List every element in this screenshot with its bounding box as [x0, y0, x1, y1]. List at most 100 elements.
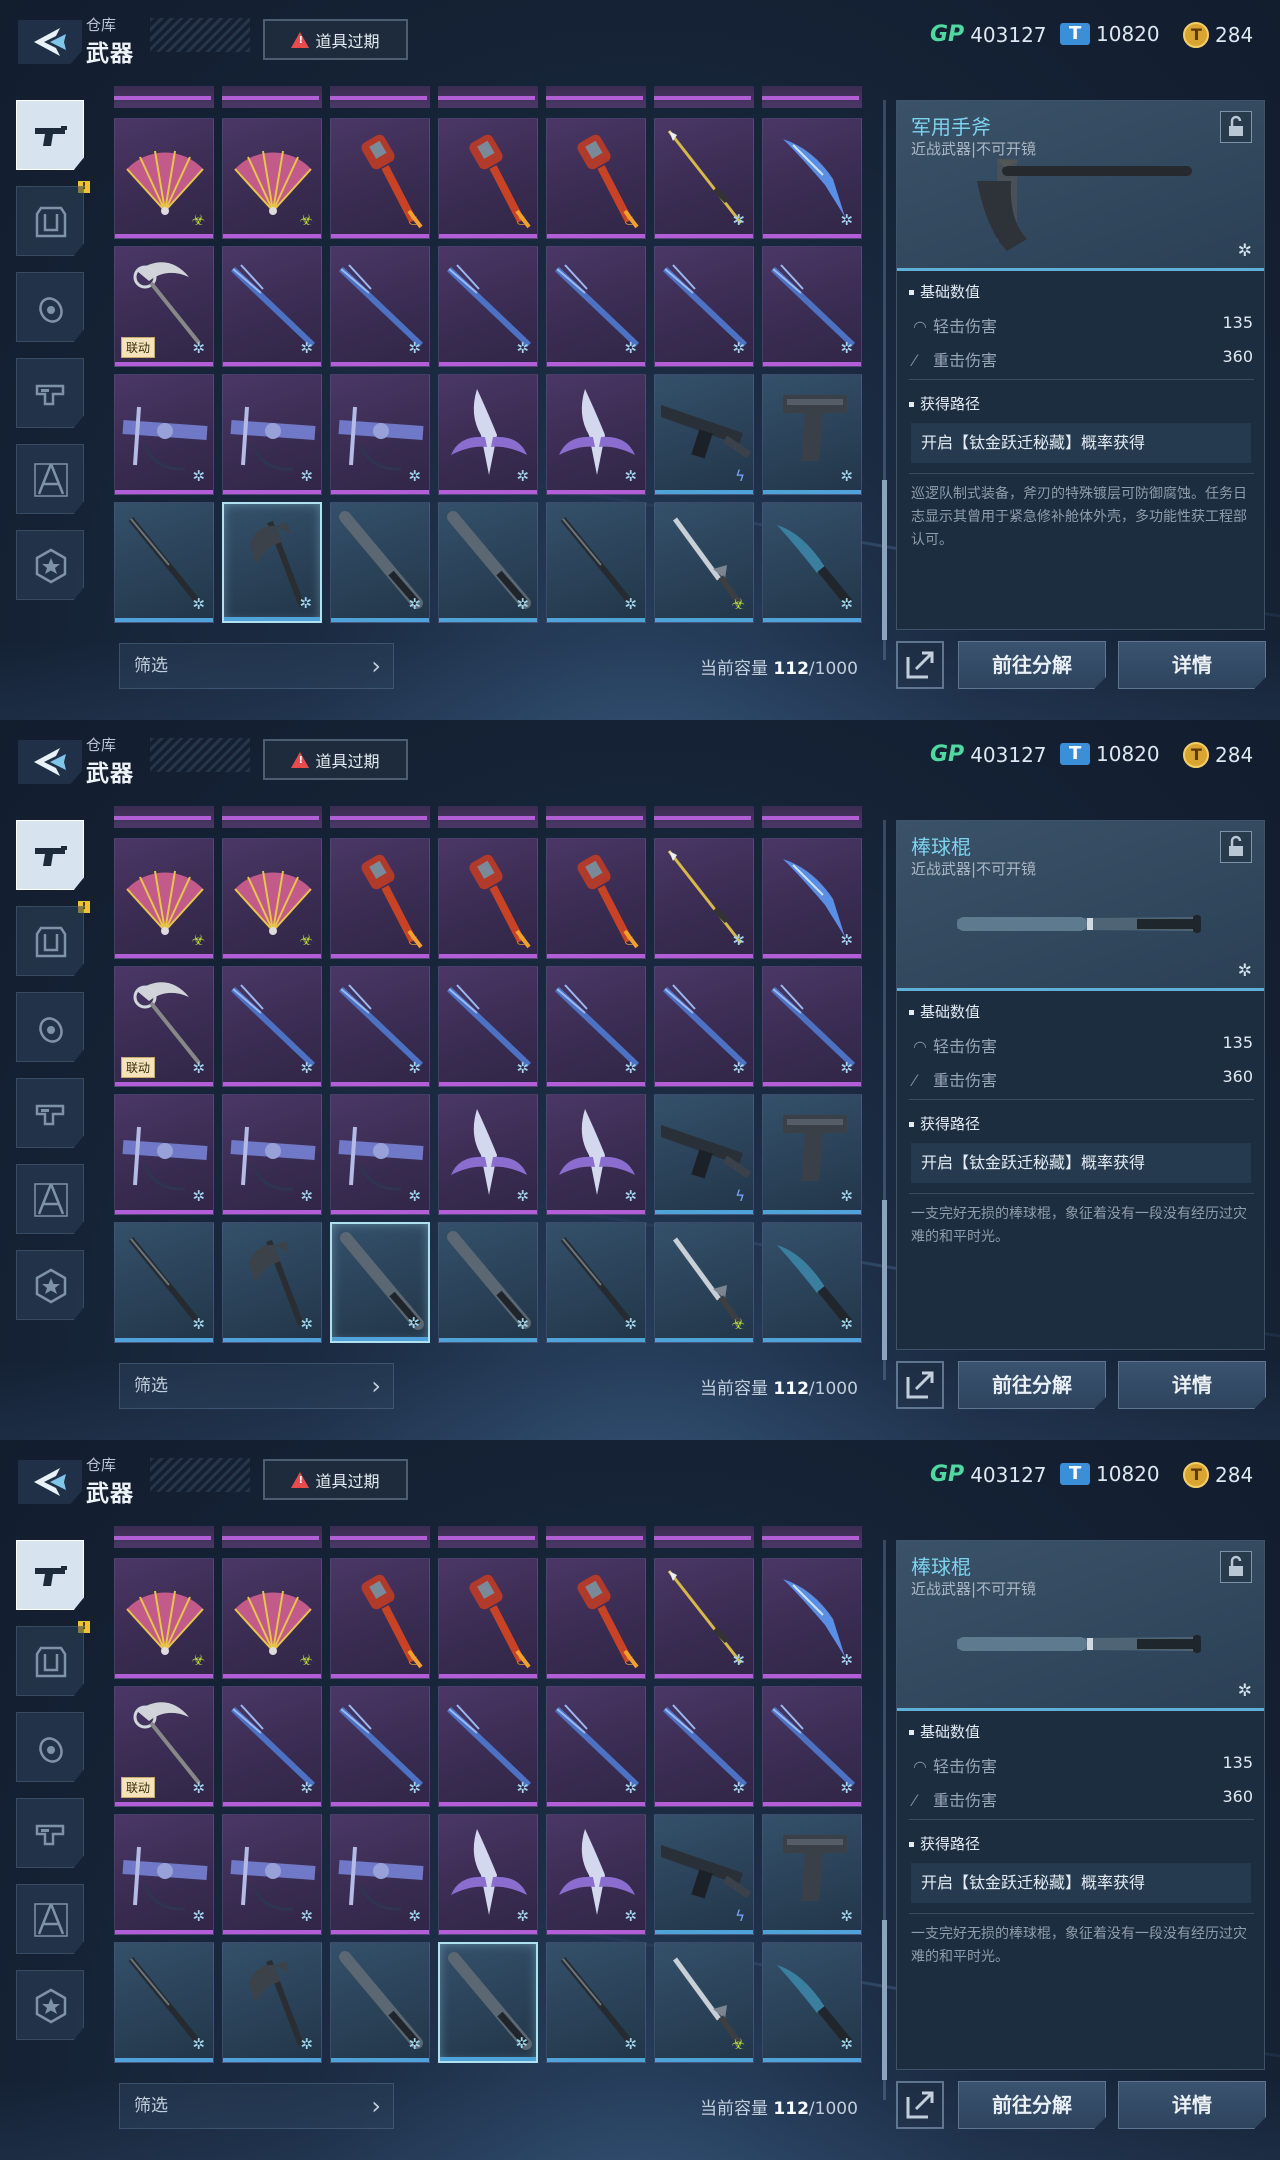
filter-button[interactable]: 筛选 ›: [119, 2083, 394, 2129]
weapon-slot[interactable]: ✲ 联动: [114, 246, 214, 367]
weapon-slot[interactable]: ✲: [114, 1814, 214, 1935]
tab-attachments[interactable]: [16, 1798, 84, 1868]
weapon-slot[interactable]: ✲: [654, 966, 754, 1087]
tab-badges[interactable]: [16, 530, 84, 600]
weapon-slot[interactable]: ✲: [546, 246, 646, 367]
partial-row-item[interactable]: [330, 86, 430, 108]
scrollbar-thumb[interactable]: [882, 1200, 887, 1360]
decompose-button[interactable]: 前往分解: [958, 2081, 1106, 2129]
weapon-slot[interactable]: ✲: [762, 1814, 862, 1935]
lock-button[interactable]: [1220, 831, 1252, 863]
weapon-slot[interactable]: ✲: [330, 246, 430, 367]
share-button[interactable]: [896, 641, 944, 689]
grid-scrollbar[interactable]: [882, 820, 887, 1380]
partial-row-item[interactable]: [654, 806, 754, 828]
grid-scrollbar[interactable]: [882, 1540, 887, 2100]
weapon-slot[interactable]: ✲: [330, 1222, 430, 1343]
back-button[interactable]: [18, 1460, 82, 1504]
scrollbar-thumb[interactable]: [882, 1920, 887, 2080]
tab-weapons[interactable]: [16, 820, 84, 890]
weapon-slot[interactable]: ✲: [330, 502, 430, 623]
weapon-slot[interactable]: ✲: [222, 1814, 322, 1935]
tab-weapons[interactable]: [16, 100, 84, 170]
back-button[interactable]: [18, 20, 82, 64]
weapon-slot[interactable]: ✲ 联动: [114, 966, 214, 1087]
weapon-slot[interactable]: ✲: [222, 374, 322, 495]
weapon-slot[interactable]: ✲: [438, 966, 538, 1087]
weapon-slot[interactable]: ✲: [654, 246, 754, 367]
partial-row-item[interactable]: [222, 1526, 322, 1548]
weapon-slot[interactable]: ✲: [114, 374, 214, 495]
partial-row-item[interactable]: [546, 1526, 646, 1548]
weapon-slot[interactable]: ✲: [114, 502, 214, 623]
tab-armor[interactable]: [16, 186, 84, 256]
details-button[interactable]: 详情: [1118, 1361, 1266, 1409]
partial-row-item[interactable]: [114, 1526, 214, 1548]
weapon-slot[interactable]: ♨: [438, 838, 538, 959]
tab-consumables[interactable]: [16, 992, 84, 1062]
weapon-slot[interactable]: ✲: [330, 966, 430, 1087]
weapon-slot[interactable]: ♨: [438, 118, 538, 239]
weapon-slot[interactable]: ✲: [654, 838, 754, 959]
weapon-slot[interactable]: ☣: [114, 118, 214, 239]
weapon-slot[interactable]: ✲: [762, 1094, 862, 1215]
weapon-slot[interactable]: ✲ 联动: [114, 1686, 214, 1807]
grid-scrollbar[interactable]: [882, 100, 887, 660]
weapon-slot[interactable]: ✲: [438, 1094, 538, 1215]
tab-badges[interactable]: [16, 1250, 84, 1320]
weapon-slot[interactable]: ✲: [330, 1686, 430, 1807]
tab-tools[interactable]: [16, 1164, 84, 1234]
partial-row-item[interactable]: [114, 86, 214, 108]
scrollbar-thumb[interactable]: [882, 480, 887, 640]
lock-button[interactable]: [1220, 1551, 1252, 1583]
weapon-slot[interactable]: ✲: [762, 118, 862, 239]
share-button[interactable]: [896, 2081, 944, 2129]
weapon-slot[interactable]: ♨: [330, 838, 430, 959]
weapon-slot[interactable]: ✲: [762, 1686, 862, 1807]
weapon-slot[interactable]: ♨: [330, 1558, 430, 1679]
weapon-slot[interactable]: ✲: [114, 1942, 214, 2063]
partial-row-item[interactable]: [438, 806, 538, 828]
weapon-slot[interactable]: ☣: [654, 1222, 754, 1343]
weapon-slot[interactable]: ♨: [546, 118, 646, 239]
weapon-slot[interactable]: ✲: [330, 1094, 430, 1215]
weapon-slot[interactable]: ✲: [222, 966, 322, 1087]
weapon-slot[interactable]: ♨: [546, 1558, 646, 1679]
partial-row-item[interactable]: [222, 806, 322, 828]
weapon-slot[interactable]: ✲: [222, 1942, 322, 2063]
tab-badges[interactable]: [16, 1970, 84, 2040]
weapon-slot[interactable]: ✲: [330, 1814, 430, 1935]
weapon-slot[interactable]: ✲: [762, 1942, 862, 2063]
details-button[interactable]: 详情: [1118, 2081, 1266, 2129]
lock-button[interactable]: [1220, 111, 1252, 143]
weapon-slot[interactable]: ☣: [222, 1558, 322, 1679]
weapon-slot[interactable]: ✲: [438, 1222, 538, 1343]
weapon-slot[interactable]: ✲: [222, 1094, 322, 1215]
tab-consumables[interactable]: [16, 1712, 84, 1782]
weapon-slot[interactable]: ♨: [330, 118, 430, 239]
decompose-button[interactable]: 前往分解: [958, 641, 1106, 689]
weapon-slot[interactable]: ✲: [222, 1686, 322, 1807]
weapon-slot[interactable]: ✲: [654, 1686, 754, 1807]
weapon-slot[interactable]: ✲: [330, 374, 430, 495]
weapon-slot[interactable]: ✲: [654, 118, 754, 239]
weapon-slot[interactable]: ✲: [222, 1222, 322, 1343]
tab-armor[interactable]: [16, 1626, 84, 1696]
weapon-slot[interactable]: ✲: [222, 502, 322, 623]
weapon-slot[interactable]: ☣: [114, 1558, 214, 1679]
weapon-slot[interactable]: ✲: [762, 1222, 862, 1343]
weapon-slot[interactable]: ✲: [438, 502, 538, 623]
partial-row-item[interactable]: [654, 86, 754, 108]
partial-row-item[interactable]: [762, 86, 862, 108]
details-button[interactable]: 详情: [1118, 641, 1266, 689]
partial-row-item[interactable]: [330, 1526, 430, 1548]
weapon-slot[interactable]: ✲: [114, 1222, 214, 1343]
tab-attachments[interactable]: [16, 1078, 84, 1148]
weapon-slot[interactable]: ♨: [438, 1558, 538, 1679]
weapon-slot[interactable]: ☣: [222, 118, 322, 239]
weapon-slot[interactable]: ✲: [654, 1558, 754, 1679]
weapon-slot[interactable]: ✲: [546, 1942, 646, 2063]
filter-button[interactable]: 筛选 ›: [119, 1363, 394, 1409]
weapon-slot[interactable]: ✲: [546, 1222, 646, 1343]
filter-button[interactable]: 筛选 ›: [119, 643, 394, 689]
